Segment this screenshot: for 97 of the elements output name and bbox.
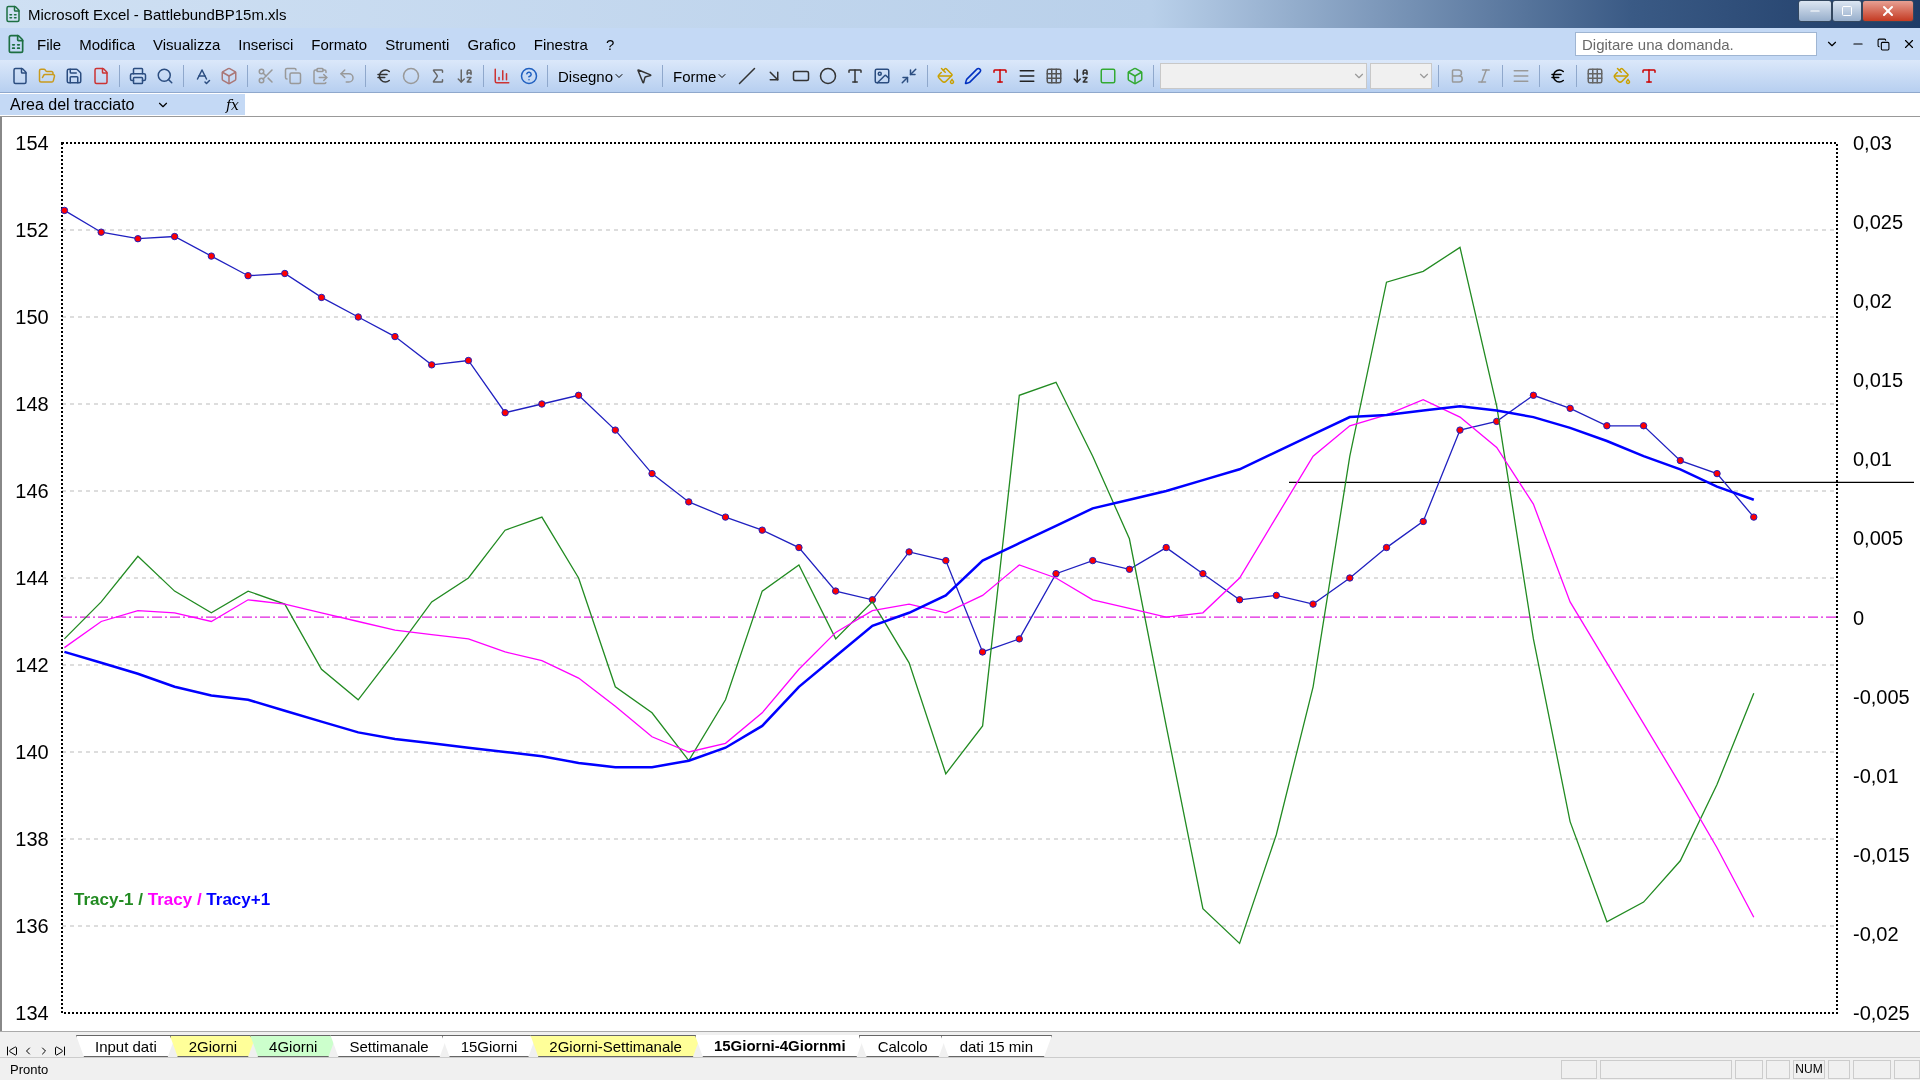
axis-label: 142 xyxy=(15,654,49,676)
axis-label: 138 xyxy=(15,828,49,850)
point xyxy=(207,252,216,260)
maximize-icon xyxy=(1841,5,1853,17)
axis-label: -0,02 xyxy=(1853,922,1899,945)
point xyxy=(391,332,399,341)
point xyxy=(1566,404,1574,413)
point xyxy=(978,648,987,656)
point xyxy=(464,356,473,365)
axis-label: 0,025 xyxy=(1853,211,1904,234)
point xyxy=(795,543,803,552)
menu-item[interactable]: Strumenti xyxy=(378,33,457,55)
close-icon xyxy=(1880,3,1896,19)
point xyxy=(1125,565,1134,573)
axis-label: 146 xyxy=(15,480,49,502)
close-button[interactable] xyxy=(1862,0,1914,22)
help-search-field[interactable]: Digitare una domanda. xyxy=(1575,32,1817,56)
last-sheet-icon[interactable] xyxy=(52,1045,68,1057)
point xyxy=(1089,556,1097,565)
minimize-button[interactable] xyxy=(1798,0,1832,22)
point xyxy=(648,469,656,478)
point xyxy=(1382,543,1391,552)
draw-menu[interactable]: Disegno xyxy=(554,67,630,85)
shapes-menu[interactable]: Forme xyxy=(669,67,733,85)
workbook-icon xyxy=(6,34,26,54)
num-lock-indicator: NUM xyxy=(1793,1059,1825,1079)
window-title: Microsoft Excel - BattlebundBP15m.xls xyxy=(28,5,288,23)
menu-item[interactable]: File xyxy=(30,33,69,55)
point xyxy=(685,498,693,506)
point xyxy=(1529,391,1538,399)
point xyxy=(1713,469,1721,478)
first-sheet-icon[interactable] xyxy=(4,1045,20,1057)
point xyxy=(1309,600,1317,608)
menu-item[interactable]: Inserisci xyxy=(231,33,301,55)
axis-label: 0,01 xyxy=(1853,448,1892,471)
point xyxy=(721,513,730,521)
menu-item[interactable]: Finestra xyxy=(526,33,595,55)
menu-item[interactable]: Modifica xyxy=(72,33,143,55)
point xyxy=(317,293,326,302)
point xyxy=(1346,574,1354,582)
point xyxy=(1272,591,1281,600)
name-box[interactable]: Area del tracciato fx xyxy=(0,94,245,115)
point xyxy=(758,526,766,534)
sheet-tab[interactable]: dati 15 min xyxy=(940,1035,1053,1057)
axis-label: -0,01 xyxy=(1853,764,1899,787)
menu-item[interactable]: Grafico xyxy=(460,33,523,55)
point xyxy=(1750,513,1758,521)
point xyxy=(501,409,509,417)
point xyxy=(1676,456,1685,465)
point xyxy=(831,587,840,595)
excel-icon xyxy=(4,5,22,23)
point xyxy=(1162,543,1170,552)
point xyxy=(170,232,179,241)
axis-label: 152 xyxy=(15,219,49,241)
axis-label: 144 xyxy=(15,567,49,589)
axis-label: 134 xyxy=(15,1002,49,1024)
axis-label: -0,005 xyxy=(1853,685,1910,708)
axis-label: 0,02 xyxy=(1853,290,1892,313)
point xyxy=(427,361,436,369)
point xyxy=(354,313,362,321)
axis-label: -0,025 xyxy=(1853,1002,1910,1024)
point xyxy=(60,206,69,215)
point xyxy=(97,228,105,236)
axis-label: 154 xyxy=(15,132,49,154)
menu-item[interactable]: ? xyxy=(598,33,622,55)
axis-label: 148 xyxy=(15,393,49,415)
axis-label: 0,005 xyxy=(1853,527,1904,550)
axis-label: 0,015 xyxy=(1853,369,1904,392)
axis-label: 0,03 xyxy=(1853,132,1892,154)
axis-label: 0 xyxy=(1853,606,1865,629)
point xyxy=(1639,422,1648,430)
name-box-text: Area del tracciato xyxy=(10,95,136,114)
menu-item[interactable]: Formato xyxy=(304,33,375,55)
legend-text: Tracy-1 / Tracy / Tracy+1 xyxy=(74,890,271,909)
insert-function-button[interactable]: fx xyxy=(225,96,239,113)
point xyxy=(1052,569,1060,578)
point xyxy=(1199,569,1207,578)
status-text: Pronto xyxy=(10,1061,49,1077)
point xyxy=(1456,426,1464,434)
point xyxy=(574,391,583,399)
axis-label: 140 xyxy=(15,741,49,763)
point xyxy=(281,269,289,278)
point xyxy=(1015,635,1023,643)
maximize-button[interactable] xyxy=(1832,0,1862,22)
point xyxy=(905,548,913,556)
point xyxy=(611,426,620,434)
point xyxy=(1235,596,1244,604)
point xyxy=(942,556,950,565)
axis-label: 150 xyxy=(15,306,49,328)
point xyxy=(134,235,142,243)
menu-item[interactable]: Visualizza xyxy=(146,33,228,55)
point xyxy=(244,271,252,280)
point xyxy=(1603,422,1611,430)
point xyxy=(538,400,546,408)
axis-label: 136 xyxy=(15,915,49,937)
point xyxy=(1419,517,1427,526)
axis-label: -0,015 xyxy=(1853,843,1910,866)
